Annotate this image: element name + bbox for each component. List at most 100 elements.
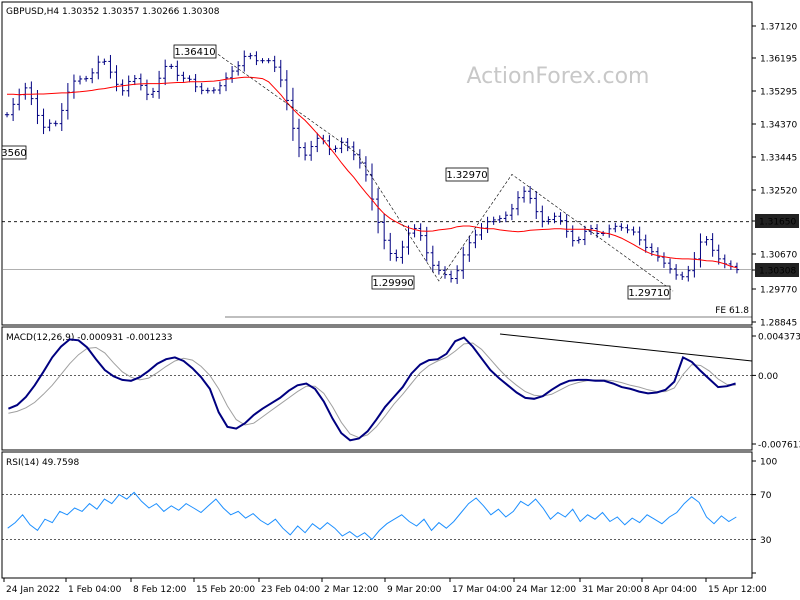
price-bar [546, 216, 551, 225]
price-bar [625, 224, 630, 234]
macd-y-axis: 0.004373 0.00 -0.007613 [752, 333, 800, 451]
price-bar [558, 212, 563, 225]
price-bar [418, 223, 423, 241]
price-tick-label: 1.37120 [760, 23, 797, 33]
macd-line [8, 336, 736, 442]
x-tick-label: 8 Feb 12:00 [133, 585, 187, 595]
price-bar [290, 87, 296, 141]
price-bar [369, 163, 375, 211]
price-annotation: 1.36410 [173, 44, 217, 59]
rsi-tick-label: 30 [760, 536, 772, 546]
price-bar [175, 60, 180, 82]
price-bar [674, 264, 679, 280]
price-bar [10, 98, 16, 122]
price-bar [35, 89, 40, 125]
price-bar [436, 260, 442, 275]
price-bar [199, 82, 204, 95]
price-annotation: 1.32970 [445, 167, 489, 182]
price-bar [394, 249, 399, 262]
price-annotation: 3560 [1, 145, 27, 160]
macd-signal-line [8, 342, 736, 439]
price-bar [205, 87, 210, 94]
x-tick-label: 1 Feb 04:00 [68, 585, 122, 595]
price-bar [150, 87, 156, 98]
price-bar [138, 73, 143, 91]
price-bar [564, 214, 569, 238]
rsi-tick-label: 100 [760, 458, 777, 468]
x-tick-label: 23 Feb 04:00 [261, 585, 320, 595]
price-bar [71, 74, 77, 99]
price-bar [570, 225, 575, 247]
price-bar [382, 213, 387, 250]
price-bar [83, 75, 89, 82]
price-bar [643, 234, 648, 253]
price-bar [47, 119, 52, 132]
price-bar [266, 58, 271, 64]
price-bar [345, 138, 350, 152]
x-axis: 24 Jan 2022 1 Feb 04:00 8 Feb 12:00 15 Feb … [3, 578, 767, 595]
price-bar [114, 65, 119, 92]
price-bar [223, 72, 229, 92]
rsi-tick-label: 70 [760, 491, 772, 501]
x-tick-label: 15 Feb 20:00 [196, 585, 255, 595]
rsi-panel-border [1, 451, 753, 579]
price-bar [96, 55, 101, 80]
chart-canvas: GBPUSD,H4 1.30352 1.30357 1.30266 1.3030… [1, 1, 800, 595]
price-bar [108, 54, 113, 79]
x-tick-label: 2 Mar 12:00 [324, 585, 379, 595]
price-bar [339, 137, 344, 154]
price-bar [430, 245, 435, 273]
price-bar [467, 235, 472, 262]
x-tick-label: 9 Mar 20:00 [387, 585, 442, 595]
price-bar [211, 87, 216, 94]
price-bar [619, 223, 624, 231]
price-bar [613, 222, 618, 233]
price-bar [333, 145, 338, 153]
price-bar [248, 52, 253, 60]
price-bar [473, 229, 478, 249]
price-bar [655, 247, 661, 262]
price-tick-label: 1.35295 [760, 88, 797, 98]
price-bar [236, 61, 241, 76]
price-bar [126, 75, 131, 97]
price-bar [4, 112, 10, 118]
price-bar [680, 271, 685, 280]
price-bar [187, 75, 192, 83]
price-bar [509, 203, 515, 221]
annotation-label: 3560 [1, 148, 26, 159]
price-bar [534, 191, 539, 219]
rsi-panel: RSI(14) 49.7598 100 70 30 [1, 451, 777, 579]
price-bar [41, 108, 46, 135]
price-bar [29, 81, 34, 106]
price-bar [667, 258, 673, 274]
watermark: ActionForex.com [467, 64, 650, 89]
price-bar [53, 120, 58, 127]
price-bar [260, 58, 265, 64]
price-bar [272, 55, 277, 73]
price-annotation: 1.29710 [627, 285, 671, 300]
price-level-tag: 1.31650 [755, 214, 799, 228]
price-bar [90, 68, 95, 84]
price-bar [461, 246, 466, 279]
price-bar [515, 191, 521, 216]
price-tick-label: 1.33445 [760, 154, 797, 164]
x-tick-label: 24 Mar 12:00 [516, 585, 576, 595]
price-bar [734, 262, 740, 274]
price-bar [485, 216, 490, 233]
annotation-label: 1.29710 [628, 288, 669, 299]
price-bar [576, 236, 581, 244]
price-bar [503, 211, 508, 223]
price-bar [661, 252, 667, 268]
price-bar [132, 74, 137, 86]
price-bar [229, 66, 235, 83]
x-tick-label: 31 Mar 20:00 [582, 585, 642, 595]
price-bar [302, 142, 308, 161]
price-level-tag: 1.30308 [755, 263, 799, 277]
macd-tick-label: 0.00 [758, 372, 778, 382]
price-bar [169, 63, 174, 69]
price-tick-label: 1.36195 [760, 55, 797, 65]
rsi-panel-title: RSI(14) 49.7598 [6, 458, 79, 468]
price-bar [144, 79, 150, 101]
price-panel: GBPUSD,H4 1.30352 1.30357 1.30266 1.3030… [1, 1, 799, 329]
macd-panel-border [1, 326, 753, 451]
